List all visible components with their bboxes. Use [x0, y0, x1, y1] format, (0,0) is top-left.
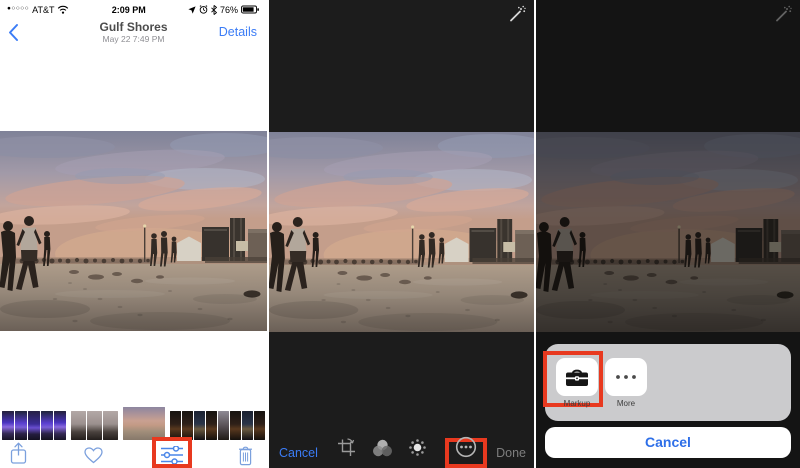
status-bar: ●○○○○ AT&T 2:09 PM [0, 0, 267, 19]
thumbnail[interactable] [194, 411, 205, 440]
thumbnail[interactable] [54, 411, 66, 440]
status-time: 2:09 PM [69, 5, 188, 15]
adjust-icon [408, 438, 427, 457]
crop-icon [337, 438, 356, 457]
favorite-button[interactable] [84, 447, 103, 468]
edit-toolbar: Cancel [269, 437, 534, 468]
beach-photo [269, 132, 534, 332]
screenshot: ●○○○○ AT&T 2:09 PM [0, 0, 800, 468]
thumbnail-selected[interactable] [123, 407, 165, 440]
trash-icon [238, 445, 253, 466]
delete-button[interactable] [238, 445, 253, 468]
thumbnail[interactable] [41, 411, 53, 440]
ellipsis-circle-icon [455, 436, 477, 458]
thumbnail[interactable] [28, 411, 40, 440]
done-button[interactable]: Done [496, 446, 526, 460]
status-left-cluster: ●○○○○ AT&T [7, 5, 69, 15]
thumbnail[interactable] [170, 411, 181, 440]
alarm-icon [199, 5, 208, 14]
thumbnail[interactable] [206, 411, 217, 440]
thumbnail[interactable] [182, 411, 193, 440]
thumbnail[interactable] [15, 411, 27, 440]
auto-enhance-button[interactable] [774, 5, 792, 28]
magic-wand-icon [774, 5, 792, 23]
magic-wand-icon [508, 5, 526, 23]
wifi-icon [57, 5, 69, 14]
crop-button[interactable] [337, 438, 356, 462]
toolbox-icon [564, 366, 590, 388]
carrier-label: AT&T [32, 5, 54, 15]
markup-extension-button[interactable] [556, 358, 598, 396]
heart-icon [84, 447, 103, 464]
extension-picker-panel: Markup More Cancel [534, 0, 800, 468]
adjust-button[interactable] [408, 438, 427, 462]
more-button[interactable] [455, 436, 477, 463]
auto-enhance-button[interactable] [508, 5, 526, 28]
thumbnail[interactable] [230, 411, 241, 440]
beach-photo [536, 132, 800, 332]
edit-button[interactable] [161, 446, 183, 468]
thumbnail[interactable] [2, 411, 14, 440]
photos-viewer-panel: ●○○○○ AT&T 2:09 PM [0, 0, 267, 468]
thumbnail[interactable] [242, 411, 253, 440]
markup-label: Markup [546, 399, 608, 408]
filters-icon [372, 439, 393, 457]
photo-title: Gulf Shores [40, 20, 227, 34]
details-button[interactable]: Details [219, 25, 257, 39]
thumbnail-strip [2, 407, 266, 440]
share-icon [10, 442, 27, 465]
nav-bar: Gulf Shores May 22 7:49 PM Details [0, 19, 267, 46]
thumbnail[interactable] [71, 411, 86, 440]
back-button[interactable] [8, 23, 22, 42]
thumbnail[interactable] [103, 411, 118, 440]
location-arrow-icon [188, 6, 196, 14]
share-button[interactable] [10, 442, 27, 468]
thumbnail[interactable] [254, 411, 265, 440]
signal-dots: ●○○○○ [7, 5, 29, 12]
battery-icon [241, 5, 260, 14]
chevron-left-icon [8, 23, 19, 42]
thumbnail[interactable] [218, 411, 229, 440]
cancel-button[interactable]: Cancel [279, 446, 318, 460]
sliders-icon [161, 446, 183, 464]
sheet-cancel-button[interactable]: Cancel [545, 427, 791, 458]
photo-editor-panel: Cancel [267, 0, 534, 468]
bluetooth-icon [211, 5, 217, 15]
more-extension-button[interactable] [605, 358, 647, 396]
ellipsis-icon [613, 373, 639, 381]
battery-percent: 76% [220, 5, 238, 15]
filters-button[interactable] [372, 439, 393, 462]
photo-date-subtitle: May 22 7:49 PM [40, 34, 227, 44]
thumbnail[interactable] [87, 411, 102, 440]
beach-photo[interactable] [0, 131, 267, 331]
nav-titles: Gulf Shores May 22 7:49 PM [40, 20, 227, 44]
status-right-cluster: 76% [188, 5, 260, 15]
